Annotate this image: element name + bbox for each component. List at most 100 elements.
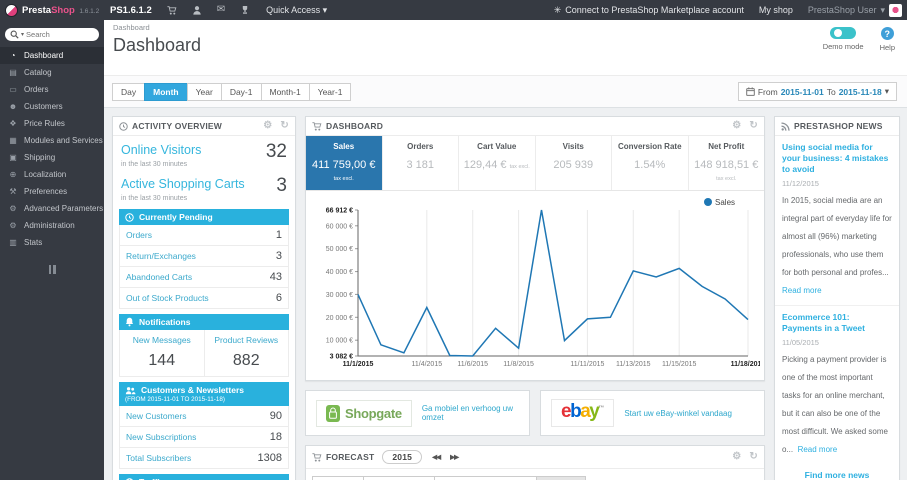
sidebar-search[interactable]: ▾: [5, 28, 99, 41]
brand-presta: Presta: [22, 4, 52, 16]
sidebar-collapse-button[interactable]: [46, 265, 58, 274]
sidebar-item-preferences[interactable]: ⚒ Preferences: [0, 183, 104, 200]
ebay-logo: ebay™: [551, 398, 615, 428]
book-icon: ▤: [9, 68, 17, 77]
shop-name[interactable]: PS1.6.1.2: [110, 5, 152, 16]
svg-text:10 000 €: 10 000 €: [326, 338, 353, 345]
date-from: 2015-11-01: [780, 86, 824, 97]
kpi-tab-orders[interactable]: Orders 3 181: [383, 136, 459, 190]
search-input[interactable]: [26, 30, 85, 39]
sidebar-item-stats[interactable]: ▥ Stats: [0, 234, 104, 251]
news-article-title[interactable]: Using social media for your business: 4 …: [782, 142, 892, 175]
news-article-title[interactable]: Ecommerce 101: Payments in a Tweet: [782, 312, 892, 334]
prestashop-admin-screen: PrestaShop 1.6.1.2 PS1.6.1.2 ✉ Quick Acc…: [0, 0, 907, 480]
shopgate-link[interactable]: Ga mobiel en verhoog uw omzet: [422, 404, 519, 422]
user-menu[interactable]: PrestaShop User ▾: [808, 3, 902, 17]
orders-link[interactable]: Orders: [126, 230, 152, 240]
sidebar-item-catalog[interactable]: ▤ Catalog: [0, 64, 104, 81]
previous-year-button[interactable]: ◀◀: [432, 453, 441, 461]
active-carts-link[interactable]: Active Shopping Carts: [121, 177, 245, 191]
range-month-1-button[interactable]: Month-1: [260, 82, 310, 101]
refresh-icon[interactable]: ↻: [749, 121, 758, 131]
credit-card-icon: ▭: [9, 85, 17, 94]
kpi-tab-sales[interactable]: Sales 411 759,00 € tax excl.: [306, 136, 383, 190]
sidebar-item-localization[interactable]: ⊕ Localization: [0, 166, 104, 183]
breadcrumb[interactable]: Dashboard: [113, 23, 907, 32]
brand-shop: Shop: [51, 4, 75, 16]
news-article-date: 11/12/2015: [782, 179, 819, 189]
out-of-stock-link[interactable]: Out of Stock Products: [126, 293, 209, 303]
cogs-icon: ⚙: [9, 204, 17, 213]
product-reviews-link[interactable]: Product Reviews: [207, 335, 287, 345]
kpi-tab-cart-value[interactable]: Cart Value 129,44 € tax excl.: [459, 136, 536, 190]
sidebar-item-customers[interactable]: ☻ Customers: [0, 98, 104, 115]
ebay-link[interactable]: Start uw eBay-winkel vandaag: [624, 409, 732, 418]
returns-link[interactable]: Return/Exchanges: [126, 251, 196, 261]
range-day-1-button[interactable]: Day-1: [220, 82, 262, 101]
range-day-button[interactable]: Day: [112, 82, 146, 101]
main-area: Dashboard Dashboard Demo mode ? Help Day…: [104, 20, 907, 480]
svg-text:11/1/2015: 11/1/2015: [343, 361, 374, 368]
quick-access-menu[interactable]: Quick Access ▾: [266, 5, 327, 16]
new-messages-cell: New Messages 144: [120, 330, 204, 376]
online-visitors-value: 32: [265, 141, 287, 162]
svg-text:40 000 €: 40 000 €: [326, 269, 353, 276]
cart-icon[interactable]: [167, 5, 177, 15]
sidebar-nav: ◔ Dashboard ▤ Catalog ▭ Orders ☻ Customers ❖…: [0, 47, 104, 251]
date-range-picker[interactable]: From 2015-11-01 To 2015-11-18 ▾: [737, 82, 897, 101]
next-year-button[interactable]: ▶▶: [450, 453, 459, 461]
kpi-tab-conversion-rate[interactable]: Conversion Rate 1.54%: [612, 136, 689, 190]
svg-text:66 912 €: 66 912 €: [326, 208, 353, 215]
table-row: Orders 1: [126, 229, 282, 242]
refresh-icon[interactable]: ↻: [749, 452, 758, 462]
gear-icon[interactable]: ⚙: [263, 121, 272, 131]
sidebar-item-orders[interactable]: ▭ Orders: [0, 81, 104, 98]
kpi-tab-net-profit[interactable]: Net Profit 148 918,51 € tax excl.: [689, 136, 765, 190]
shopgate-ad-card: Shopgate Ga mobiel en verhoog uw omzet: [305, 390, 530, 436]
help-control: ? Help: [880, 27, 895, 52]
svg-text:11/8/2015: 11/8/2015: [503, 361, 534, 368]
range-year-1-button[interactable]: Year-1: [308, 82, 352, 101]
my-shop-link[interactable]: My shop: [759, 5, 793, 15]
metric-avg-cart-value-button[interactable]: Average Cart Value: [434, 476, 537, 480]
trophy-icon[interactable]: [240, 5, 250, 15]
sidebar-item-price-rules[interactable]: ❖ Price Rules: [0, 115, 104, 132]
envelope-icon[interactable]: ✉: [217, 5, 225, 15]
demo-mode-label: Demo mode: [822, 42, 864, 51]
svg-text:50 000 €: 50 000 €: [326, 246, 353, 253]
gear-icon[interactable]: ⚙: [732, 452, 741, 462]
metric-sales-button[interactable]: Sales: [535, 476, 586, 480]
gear-icon[interactable]: ⚙: [732, 121, 741, 131]
new-subscriptions-link[interactable]: New Subscriptions: [126, 432, 196, 442]
online-visitors-link[interactable]: Online Visitors: [121, 143, 201, 157]
marketplace-link[interactable]: ✳ Connect to PrestaShop Marketplace accou…: [554, 5, 744, 16]
range-year-button[interactable]: Year: [186, 82, 222, 101]
sidebar-item-advanced-parameters[interactable]: ⚙ Advanced Parameters: [0, 200, 104, 217]
active-carts-value: 3: [276, 175, 287, 197]
new-messages-link[interactable]: New Messages: [122, 335, 202, 345]
abandoned-carts-link[interactable]: Abandoned Carts: [126, 272, 192, 282]
cart-icon: [312, 452, 322, 462]
kpi-tab-visits[interactable]: Visits 205 939: [536, 136, 612, 190]
refresh-icon[interactable]: ↻: [280, 121, 289, 131]
new-customers-link[interactable]: New Customers: [126, 411, 186, 421]
sidebar-item-modules[interactable]: ▦ Modules and Services: [0, 132, 104, 149]
demo-mode-toggle[interactable]: [830, 27, 857, 39]
find-more-news-link[interactable]: Find more news: [775, 464, 899, 480]
sidebar-item-dashboard[interactable]: ◔ Dashboard: [0, 47, 104, 64]
read-more-link[interactable]: Read more: [798, 445, 838, 454]
user-icon[interactable]: [192, 5, 202, 15]
sidebar-item-administration[interactable]: ⚙ Administration: [0, 217, 104, 234]
range-month-button[interactable]: Month: [144, 82, 188, 101]
sidebar-item-shipping[interactable]: ▣ Shipping: [0, 149, 104, 166]
help-icon[interactable]: ?: [880, 27, 894, 40]
brand-version: 1.6.1.2: [79, 7, 100, 15]
metric-conversion-button[interactable]: Conversion: [363, 476, 436, 480]
table-row: Out of Stock Products 6: [120, 287, 288, 308]
metric-traffic-button[interactable]: Traffic: [312, 476, 365, 480]
table-row: Return/Exchanges 3: [120, 245, 288, 266]
total-subscribers-link[interactable]: Total Subscribers: [126, 453, 191, 463]
product-reviews-cell: Product Reviews 882: [203, 330, 289, 377]
read-more-link[interactable]: Read more: [782, 286, 822, 295]
table-row: Total Subscribers 1308: [120, 447, 288, 468]
